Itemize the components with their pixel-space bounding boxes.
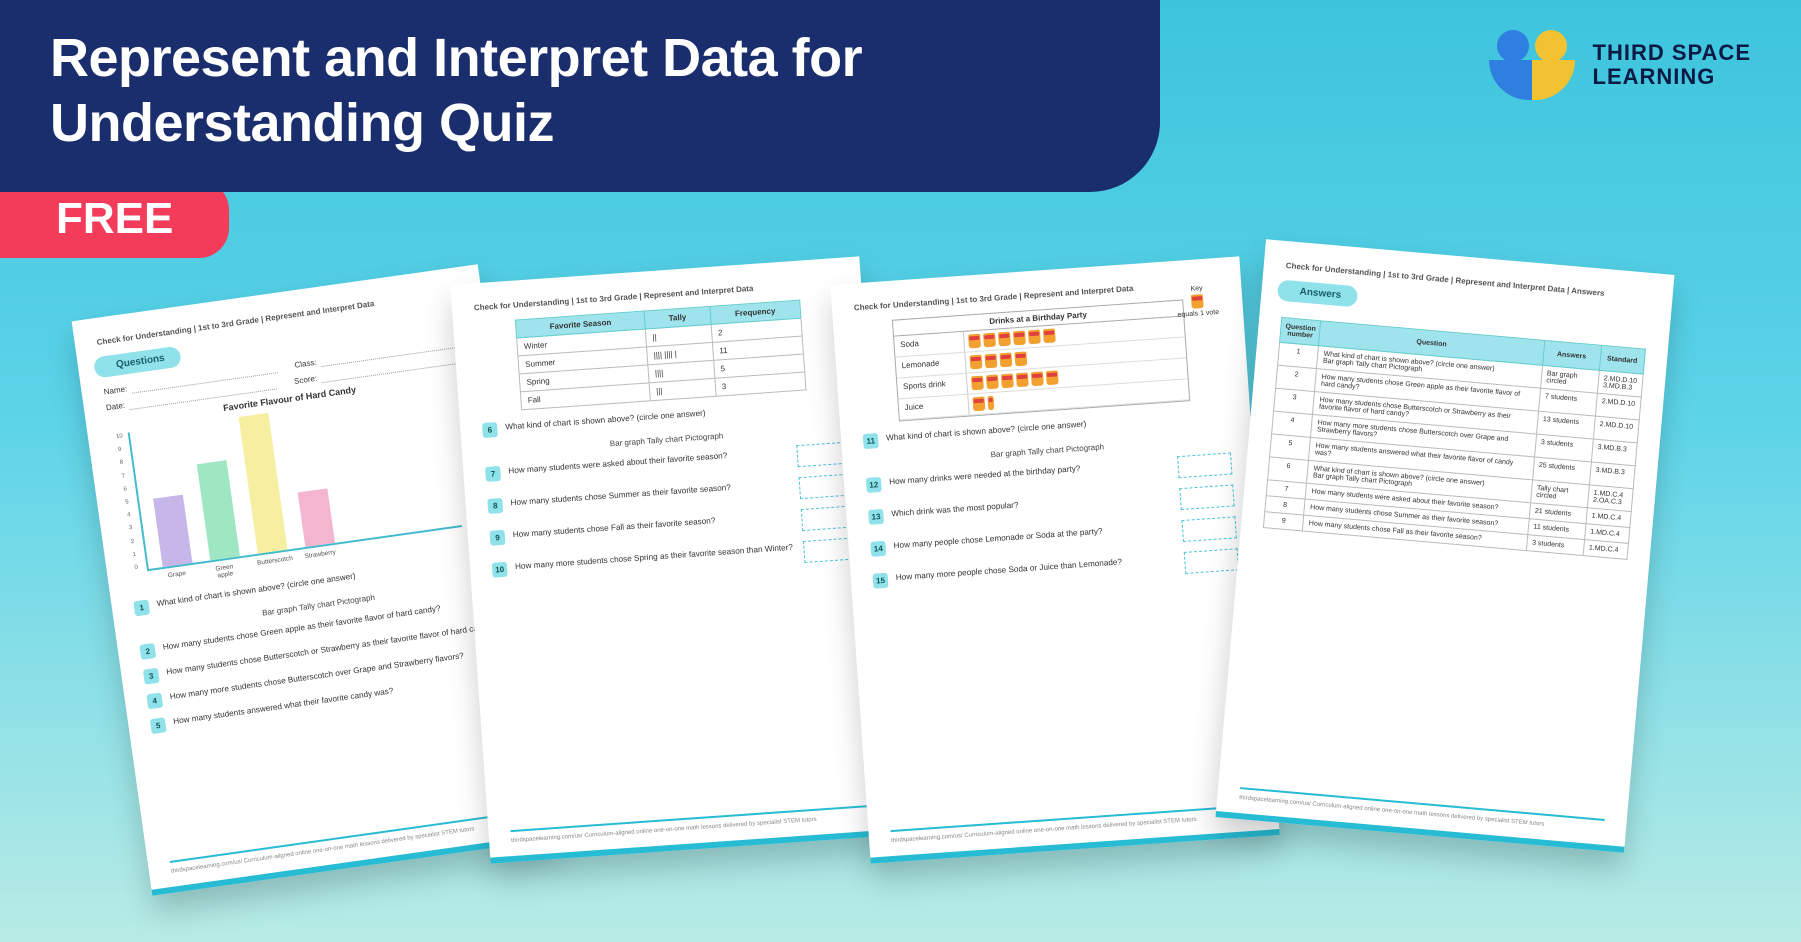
cup-icon bbox=[1028, 330, 1041, 345]
question-number: 3 bbox=[143, 668, 160, 685]
page-title: Represent and Interpret Data for Underst… bbox=[50, 26, 1110, 156]
question-list: 11 What kind of chart is shown above? (c… bbox=[863, 409, 1239, 596]
cup-icon bbox=[969, 355, 982, 370]
worksheet-3-pictograph: Check for Understanding | 1st to 3rd Gra… bbox=[830, 256, 1279, 863]
question-number: 11 bbox=[863, 433, 879, 449]
cup-icon bbox=[1015, 372, 1028, 387]
question-number: 7 bbox=[485, 466, 501, 482]
worksheet-stage: Check for Understanding | 1st to 3rd Gra… bbox=[0, 260, 1801, 942]
cup-icon bbox=[986, 375, 999, 390]
question-number: 13 bbox=[868, 509, 884, 525]
question-number: 10 bbox=[492, 562, 508, 578]
cup-icon bbox=[972, 397, 985, 412]
cup-icon bbox=[999, 353, 1012, 368]
answer-box bbox=[1177, 452, 1232, 478]
question-number: 6 bbox=[482, 422, 498, 438]
cup-icon bbox=[984, 354, 997, 369]
section-pill: Answers bbox=[1283, 280, 1358, 307]
cup-icon bbox=[1030, 371, 1043, 386]
answer-box bbox=[1182, 516, 1237, 542]
cup-half-icon bbox=[987, 396, 994, 410]
cup-icon bbox=[968, 334, 981, 349]
brand-logo: THIRD SPACE LEARNING bbox=[1489, 30, 1752, 100]
breadcrumb: Check for Understanding | 1st to 3rd Gra… bbox=[96, 287, 460, 347]
sheet-footer: thirdspacelearning.com/us/ Curriculum-al… bbox=[510, 805, 876, 844]
cup-icon bbox=[971, 376, 984, 391]
logo-icon bbox=[1489, 30, 1575, 100]
cup-icon bbox=[1045, 370, 1058, 385]
cup-icon bbox=[1014, 352, 1027, 367]
cup-icon bbox=[1013, 331, 1026, 346]
sheet-footer: thirdspacelearning.com/us/ Curriculum-al… bbox=[890, 805, 1256, 844]
cup-icon bbox=[983, 333, 996, 348]
answer-box bbox=[1179, 484, 1234, 510]
worksheet-4-answers: Check for Understanding | 1st to 3rd Gra… bbox=[1216, 239, 1675, 853]
question-number: 9 bbox=[490, 530, 506, 546]
cup-icon bbox=[1191, 294, 1204, 309]
brand-text: THIRD SPACE LEARNING bbox=[1593, 41, 1752, 89]
answer-box bbox=[1184, 548, 1239, 574]
question-list: 6 What kind of chart is shown above? (ci… bbox=[482, 398, 858, 585]
pictograph: Drinks at a Birthday Party Soda Lemonade… bbox=[891, 299, 1190, 421]
cup-icon bbox=[1001, 374, 1014, 389]
sheet-footer: thirdspacelearning.com/us/ Curriculum-al… bbox=[1239, 787, 1605, 833]
question-number: 15 bbox=[873, 573, 889, 589]
worksheet-2-tally: Check for Understanding | 1st to 3rd Gra… bbox=[450, 256, 899, 863]
question-number: 4 bbox=[146, 693, 163, 710]
free-badge: FREE bbox=[0, 180, 229, 258]
tally-table: Favorite SeasonTallyFrequencyWinter||2Su… bbox=[515, 300, 806, 411]
answers-table: Question numberQuestionAnswersStandard1W… bbox=[1263, 317, 1646, 560]
cup-icon bbox=[998, 332, 1011, 347]
question-number: 14 bbox=[870, 541, 886, 557]
section-pill: Questions bbox=[99, 346, 182, 378]
title-header: Represent and Interpret Data for Underst… bbox=[0, 0, 1160, 192]
question-number: 2 bbox=[139, 643, 156, 660]
question-number: 5 bbox=[150, 717, 167, 734]
sheet-footer: thirdspacelearning.com/us/ Curriculum-al… bbox=[170, 810, 534, 875]
pictograph-key: Key equals 1 vote bbox=[1176, 284, 1220, 319]
question-number: 1 bbox=[133, 599, 150, 616]
cup-icon bbox=[1042, 328, 1055, 343]
question-number: 12 bbox=[866, 477, 882, 493]
question-number: 8 bbox=[487, 498, 503, 514]
